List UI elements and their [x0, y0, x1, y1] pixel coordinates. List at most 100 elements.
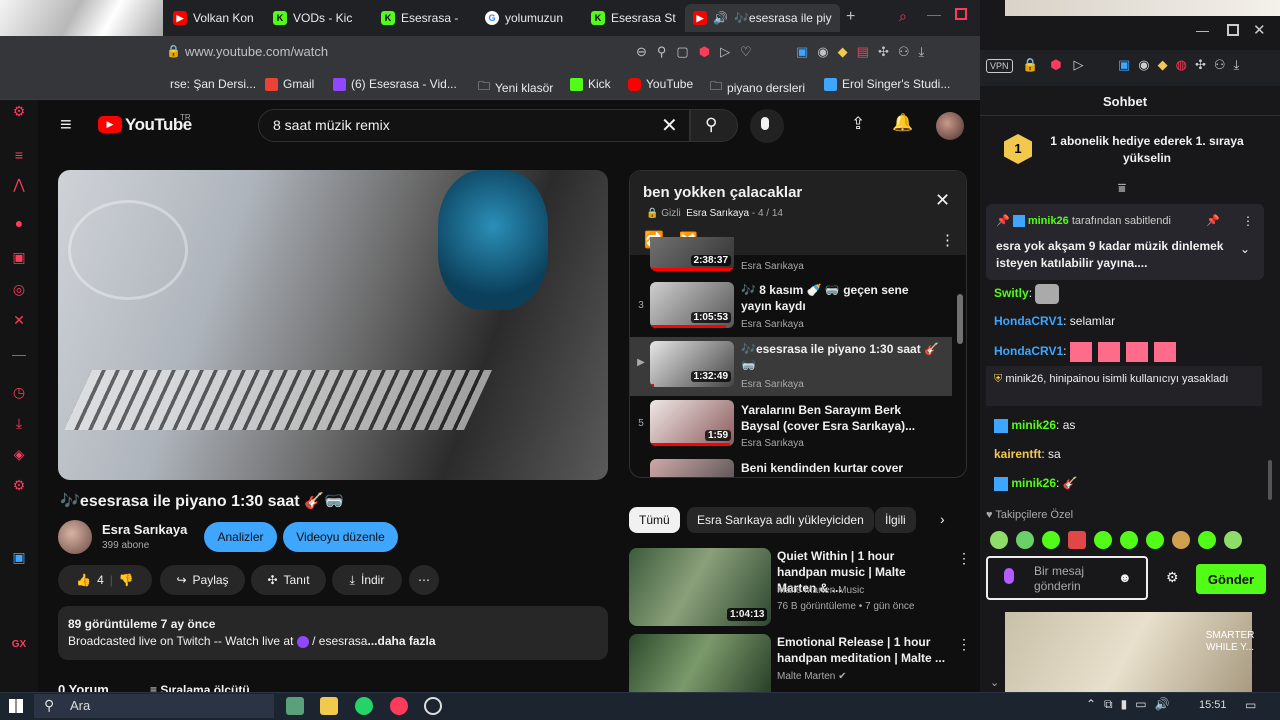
gx-icon[interactable]: GX [10, 636, 28, 654]
emote-button[interactable] [1198, 531, 1216, 549]
youtube-logo-icon[interactable]: ▶ [98, 116, 122, 133]
tab-5[interactable]: K Esesrasa St [583, 4, 685, 32]
bookmark-folder[interactable]: 🗀 Yeni klasör [478, 77, 553, 98]
dot-icon[interactable]: ● [10, 214, 28, 232]
playlist-title[interactable]: ben yokken çalacaklar [643, 184, 802, 201]
account-avatar[interactable] [936, 112, 964, 140]
show-more-link[interactable]: ...daha fazla [367, 634, 435, 648]
chat-maximize-icon[interactable] [1227, 24, 1239, 36]
playlist-item[interactable]: 3 1:05:53 🎶 8 kasım 🍼 🥽 geçen sene yayın… [630, 280, 952, 339]
scrollbar-thumb[interactable] [957, 294, 963, 344]
download-icon[interactable]: ⤓ [10, 414, 28, 432]
pin-toggle-icon[interactable]: 📌 [1206, 214, 1220, 227]
collapse-banner-icon[interactable]: ⩸ [1118, 180, 1126, 196]
emote-button[interactable] [990, 531, 1008, 549]
cube-icon[interactable]: ◈ [10, 445, 28, 463]
search-tabs-icon[interactable]: ⌕ [899, 8, 907, 25]
description-link[interactable]: / esesrasa [312, 634, 367, 648]
obs-icon[interactable] [424, 697, 442, 715]
opera-gx-icon[interactable] [390, 697, 408, 715]
bell-icon[interactable]: 🔔 [892, 113, 913, 133]
system-tray-icons[interactable]: ⌃⧉▮▭🔊 [1086, 697, 1178, 712]
whatsapp-icon[interactable]: ◎ [10, 280, 28, 298]
mic-icon[interactable] [1004, 568, 1014, 584]
share-button[interactable]: ↪ Paylaş [160, 565, 245, 595]
bot-icon[interactable]: ⚙ [10, 102, 28, 120]
url-field[interactable]: www.youtube.com/watch [185, 44, 328, 59]
playlist-item[interactable]: 5 1:59 Yaralarını Ben Sarayım Berk Baysa… [630, 398, 952, 457]
voice-search-button[interactable] [750, 109, 784, 143]
notification-icon[interactable]: ▭ [1245, 698, 1256, 712]
bookmark-piano[interactable]: 🗀 piyano dersleri [710, 77, 805, 98]
emote-button[interactable] [1016, 531, 1034, 549]
scroll-down-icon[interactable]: ⌄ [990, 676, 999, 689]
search-button[interactable]: ⚲ [690, 109, 738, 142]
more-actions-button[interactable]: ⋯ [409, 565, 439, 595]
bookmark-youtube[interactable]: YouTube [628, 77, 693, 91]
emote-button[interactable] [1224, 531, 1242, 549]
menu-icon[interactable]: ≡ [10, 146, 28, 164]
expand-icon[interactable]: ⌄ [1240, 242, 1250, 256]
more-options-icon[interactable]: ⋮ [957, 550, 971, 567]
bookmark-kick[interactable]: Kick [570, 77, 611, 91]
bookmark-erol[interactable]: Erol Singer's Studi... [824, 77, 950, 91]
tab-2[interactable]: K VODs - Kic [265, 4, 373, 32]
minimize-icon[interactable]: — [927, 6, 941, 22]
emoji-picker-icon[interactable]: ☻ [1118, 570, 1132, 585]
chip-from-uploader[interactable]: Esra Sarıkaya adlı yükleyiciden [687, 507, 874, 533]
emote-button[interactable] [1172, 531, 1190, 549]
analytics-button[interactable]: Analizler [204, 522, 277, 552]
pinned-more-icon[interactable]: ⋮ [1242, 214, 1254, 228]
playlist-item-current[interactable]: ▶ 1:32:49 🎶esesrasa ile piyano 1:30 saat… [630, 337, 952, 396]
twitch-icon[interactable]: ▣ [10, 248, 28, 266]
chat-minimize-icon[interactable]: — [1196, 23, 1209, 38]
tab-4[interactable]: Gyolumuzun [477, 4, 583, 32]
arc-icon[interactable]: ⋀ [10, 175, 28, 193]
chat-settings-icon[interactable]: ⚙ [1166, 569, 1179, 586]
recommended-video[interactable]: Emotional Release | 1 hour handpan medit… [629, 634, 969, 692]
chat-extension-icons[interactable]: ▣◉◆◍✣⚇⤓ [1118, 57, 1247, 73]
chip-all[interactable]: Tümü [629, 507, 680, 533]
new-tab-button[interactable]: + [846, 8, 855, 26]
promote-button[interactable]: ✣ Tanıt [251, 565, 326, 595]
playlist-item[interactable]: Beni kendinden kurtar cover [630, 457, 952, 477]
send-button[interactable]: Gönder [1196, 564, 1266, 594]
playlist-item[interactable]: 2:38:37 Esra Sarıkaya [630, 237, 952, 273]
download-button[interactable]: ⤓ İndir [332, 565, 402, 595]
more-options-icon[interactable]: ⋮ [957, 636, 969, 653]
emote-button[interactable] [1120, 531, 1138, 549]
upload-icon[interactable]: ⇪ [851, 114, 865, 134]
playlist-scrollbar[interactable] [957, 258, 963, 472]
description-box[interactable] [58, 606, 608, 660]
edit-video-button[interactable]: Videoyu düzenle [283, 522, 398, 552]
bookmark-1[interactable]: rse: Şan Dersi... [170, 77, 256, 91]
toolbar-icons[interactable]: ⊖⚲▢⬢▷♡ [636, 44, 762, 60]
chat-close-icon[interactable]: ✕ [1253, 21, 1266, 39]
emote-button[interactable] [1146, 531, 1164, 549]
maximize-icon[interactable] [955, 8, 967, 20]
tab-active[interactable]: ▶ 🔊 🎶esesrasa ile piy [685, 4, 840, 32]
settings-icon[interactable]: ⚙ [10, 476, 28, 494]
pinned-message[interactable]: 📌 minik26 tarafından sabitlendi 📌 ⋮ esra… [986, 204, 1264, 280]
folder-icon[interactable] [320, 697, 338, 715]
tab-3[interactable]: K Esesrasa - [373, 4, 477, 32]
chat-toolbar-icons[interactable]: 🔒⬢▷ [1022, 57, 1096, 73]
clock-icon[interactable]: ◷ [10, 383, 28, 401]
app-icon[interactable] [286, 697, 304, 715]
video-player[interactable] [58, 170, 608, 480]
extension-icons[interactable]: ▣◉◆▤✣⚇⤓ [796, 44, 933, 60]
clear-search-icon[interactable]: ✕ [661, 113, 678, 138]
channel-name[interactable]: Esra Sarıkaya [102, 522, 187, 537]
channel-avatar[interactable] [58, 520, 92, 554]
emote-button[interactable] [1068, 531, 1086, 549]
whatsapp-icon[interactable] [355, 697, 373, 715]
windows-start-icon[interactable] [9, 699, 23, 713]
vpn-badge[interactable]: VPN [986, 59, 1013, 73]
tab-1[interactable]: ▶ Volkan Kon [165, 4, 265, 32]
thumbs-down-icon[interactable]: 👎 [119, 573, 134, 587]
recommended-video[interactable]: 1:04:13 Quiet Within | 1 hour handpan mu… [629, 548, 971, 628]
chip-related[interactable]: İlgili [875, 507, 916, 533]
bookmark-twitch[interactable]: (6) Esesrasa - Vid... [333, 77, 457, 91]
emote-button[interactable] [1042, 531, 1060, 549]
chat-scrollbar[interactable] [1268, 460, 1272, 500]
